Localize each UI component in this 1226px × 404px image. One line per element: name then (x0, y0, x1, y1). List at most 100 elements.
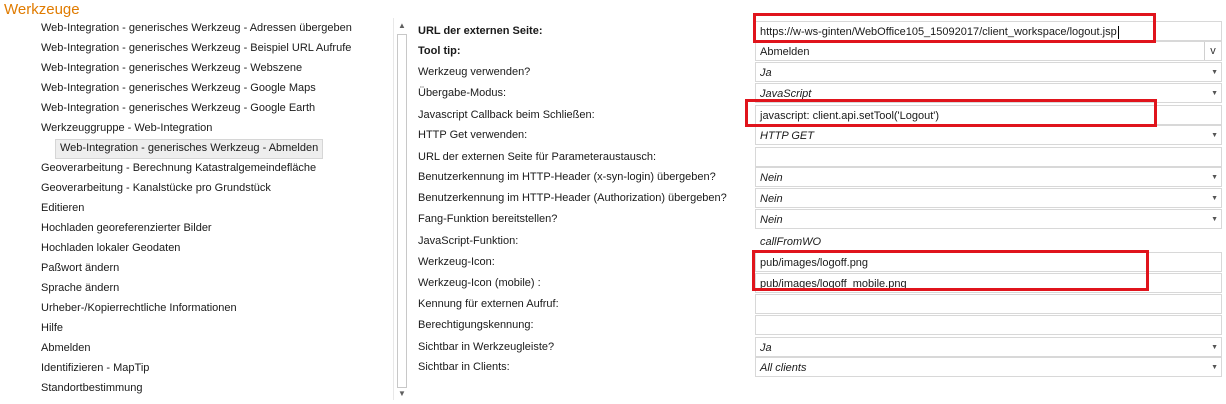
property-value-text: Nein (760, 172, 783, 184)
property-row: Werkzeug verwenden? Ja ▼ (412, 62, 1226, 83)
tree-scrollbar[interactable]: ▲ ▼ (393, 18, 410, 400)
property-value-text: https://w-ws-ginten/WebOffice105_1509201… (760, 26, 1117, 38)
property-row: Fang-Funktion bereitstellen? Nein ▼ (412, 209, 1226, 230)
property-input[interactable]: callFromWO (755, 231, 1222, 251)
tree-item[interactable]: Sprache ändern (41, 279, 119, 297)
property-label: Berechtigungskennung: (418, 319, 534, 331)
chevron-down-icon[interactable]: ▼ (1211, 358, 1218, 376)
property-dropdown[interactable]: Nein ▼ (755, 167, 1222, 187)
property-label: HTTP Get verwenden: (418, 129, 528, 141)
tree-item[interactable]: Hochladen georeferenzierter Bilder (41, 219, 212, 237)
chevron-down-icon[interactable]: ▼ (1211, 168, 1218, 186)
property-dropdown[interactable]: HTTP GET ▼ (755, 125, 1222, 145)
property-label: Übergabe-Modus: (418, 87, 507, 99)
property-row: Tool tip: Abmelden v (412, 41, 1226, 62)
property-input[interactable] (755, 147, 1222, 167)
property-label: Sichtbar in Clients: (418, 361, 510, 373)
tree-item[interactable]: Abmelden (41, 339, 91, 357)
property-row: Kennung für externen Aufruf: (412, 294, 1226, 315)
chevron-down-icon[interactable]: ▼ (1211, 189, 1218, 207)
tree-item[interactable]: Geoverarbeitung - Kanalstücke pro Grunds… (41, 179, 271, 197)
property-label: Kennung für externen Aufruf: (418, 298, 559, 310)
property-label: Fang-Funktion bereitstellen? (418, 213, 558, 225)
chevron-down-icon[interactable]: ▼ (1211, 338, 1218, 356)
property-row: URL der externen Seite: https://w-ws-gint… (412, 21, 1226, 42)
property-row: Werkzeug-Icon: pub/images/logoff.png (412, 252, 1226, 273)
property-row: Berechtigungskennung: (412, 315, 1226, 336)
property-label: URL der externen Seite: (418, 25, 543, 37)
expand-button[interactable]: v (1204, 42, 1221, 60)
property-label: Werkzeug-Icon (mobile) : (418, 277, 541, 289)
tree-item[interactable]: Web-Integration - generisches Werkzeug -… (55, 139, 324, 159)
text-caret (1117, 25, 1119, 39)
property-value-text: javascript: client.api.setTool('Logout') (760, 110, 940, 122)
property-dropdown[interactable]: Nein ▼ (755, 209, 1222, 229)
property-value-text: pub/images/logoff.png (760, 257, 869, 269)
property-row: URL der externen Seite für Parameteraust… (412, 147, 1226, 168)
property-row: Sichtbar in Clients: All clients ▼ (412, 357, 1226, 378)
property-value-text: callFromWO (760, 236, 822, 248)
chevron-down-icon[interactable]: ▼ (1211, 63, 1218, 81)
scroll-up-arrow-icon[interactable]: ▲ (394, 18, 410, 32)
property-dropdown[interactable]: Ja ▼ (755, 337, 1222, 357)
scroll-thumb[interactable] (397, 34, 407, 388)
chevron-down-icon[interactable]: ▼ (1211, 210, 1218, 228)
tree-item[interactable]: Web-Integration - generisches Werkzeug -… (41, 59, 302, 77)
property-label: JavaScript-Funktion: (418, 235, 519, 247)
property-row: Benutzerkennung im HTTP-Header (Authoriz… (412, 188, 1226, 209)
property-label: Javascript Callback beim Schließen: (418, 109, 595, 121)
tree-item[interactable]: Identifizieren - MapTip (41, 359, 149, 377)
tree-item[interactable]: Web-Integration - generisches Werkzeug -… (41, 39, 351, 57)
property-value-text: pub/images/logoff_mobile.png (760, 278, 907, 290)
property-value-text: JavaScript (760, 88, 812, 100)
property-value-text: Ja (760, 342, 772, 354)
chevron-down-icon[interactable]: ▼ (1211, 84, 1218, 102)
property-value-text: All clients (760, 362, 807, 374)
tree-item[interactable]: Web-Integration - generisches Werkzeug -… (41, 99, 315, 117)
property-input[interactable] (755, 315, 1222, 335)
property-dropdown[interactable]: Ja ▼ (755, 62, 1222, 82)
tree-item[interactable]: Werkzeuggruppe - Web-Integration (41, 119, 212, 137)
property-dropdown[interactable]: JavaScript ▼ (755, 83, 1222, 103)
property-input[interactable]: javascript: client.api.setTool('Logout') (755, 105, 1222, 125)
tool-tree: Web-Integration - generisches Werkzeug -… (0, 18, 390, 404)
property-label: Benutzerkennung im HTTP-Header (Authoriz… (418, 192, 727, 204)
property-value-text: Nein (760, 193, 783, 205)
property-dropdown[interactable]: Nein ▼ (755, 188, 1222, 208)
property-row: Sichtbar in Werkzeugleiste? Ja ▼ (412, 337, 1226, 358)
tree-item[interactable]: Editieren (41, 199, 84, 217)
tree-item[interactable]: Paßwort ändern (41, 259, 119, 277)
property-dropdown[interactable]: All clients ▼ (755, 357, 1222, 377)
property-value-text: HTTP GET (760, 130, 814, 142)
tree-item[interactable]: Hilfe (41, 319, 63, 337)
property-input[interactable] (755, 294, 1222, 314)
tree-item[interactable]: Geoverarbeitung - Berechnung Katastralge… (41, 159, 316, 177)
section-title: Werkzeuge (4, 1, 80, 18)
scroll-down-arrow-icon[interactable]: ▼ (394, 386, 410, 400)
property-input[interactable]: pub/images/logoff.png (755, 252, 1222, 272)
tree-item[interactable]: Web-Integration - generisches Werkzeug -… (41, 79, 316, 97)
property-input[interactable]: Abmelden v (755, 41, 1222, 61)
tree-item[interactable]: Web-Integration - generisches Werkzeug -… (41, 19, 352, 37)
property-row: JavaScript-Funktion: callFromWO (412, 231, 1226, 252)
chevron-down-icon[interactable]: ▼ (1211, 126, 1218, 144)
property-value-text: Abmelden (760, 46, 810, 58)
property-row: Javascript Callback beim Schließen: javas… (412, 105, 1226, 126)
property-row: HTTP Get verwenden: HTTP GET ▼ (412, 125, 1226, 146)
property-value-text: Ja (760, 67, 772, 79)
property-input[interactable]: https://w-ws-ginten/WebOffice105_1509201… (755, 21, 1222, 41)
tree-item[interactable]: Hochladen lokaler Geodaten (41, 239, 180, 257)
property-grid: URL der externen Seite: https://w-ws-gint… (412, 17, 1226, 404)
tree-item[interactable]: Standortbestimmung (41, 379, 143, 397)
property-row: Benutzerkennung im HTTP-Header (x-syn-lo… (412, 167, 1226, 188)
property-row: Werkzeug-Icon (mobile) : pub/images/logof… (412, 273, 1226, 294)
property-label: Werkzeug-Icon: (418, 256, 495, 268)
property-label: Tool tip: (418, 45, 461, 57)
tree-item[interactable]: Urheber-/Kopierrechtliche Informationen (41, 299, 237, 317)
property-value-text: Nein (760, 214, 783, 226)
property-label: Werkzeug verwenden? (418, 66, 531, 78)
property-row: Übergabe-Modus: JavaScript ▼ (412, 83, 1226, 104)
property-input[interactable]: pub/images/logoff_mobile.png (755, 273, 1222, 293)
property-label: Sichtbar in Werkzeugleiste? (418, 341, 555, 353)
property-label: Benutzerkennung im HTTP-Header (x-syn-lo… (418, 171, 716, 183)
